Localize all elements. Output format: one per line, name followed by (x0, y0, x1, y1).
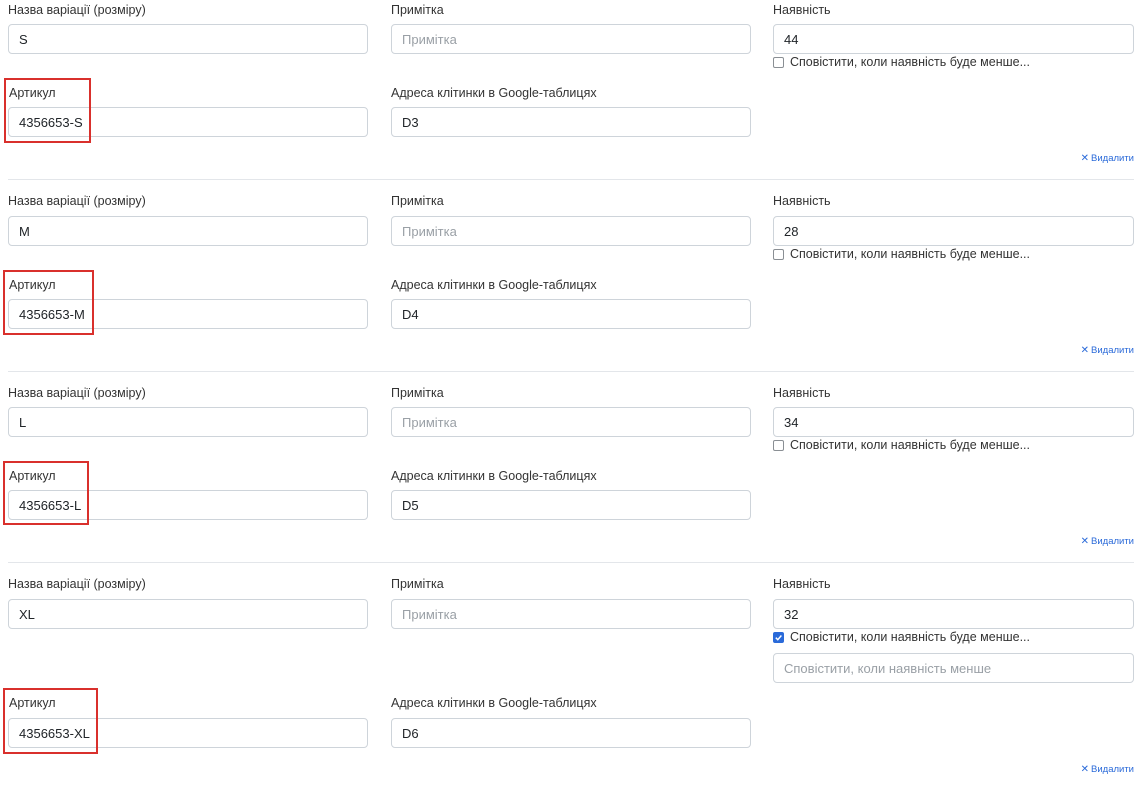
cell-address-input[interactable] (391, 490, 751, 520)
close-icon: ✕ (1080, 344, 1090, 356)
remove-label: Видалити (1091, 764, 1134, 775)
notify-checkbox-label: Сповістити, коли наявність буде менше... (790, 247, 1031, 261)
variation-block: Назва варіації (розміру) Примітка Наявні… (0, 574, 1144, 785)
note-input[interactable] (391, 24, 751, 54)
close-icon: ✕ (1080, 152, 1090, 164)
availability-label: Наявність (773, 386, 831, 400)
notify-checkbox[interactable] (773, 439, 784, 451)
divider (8, 562, 1134, 563)
notify-checkbox-label: Сповістити, коли наявність буде менше... (790, 438, 1031, 452)
cell-address-label: Адреса клітинки в Google-таблицях (391, 278, 597, 292)
remove-variation-link[interactable]: ✕ Видалити (1081, 764, 1134, 775)
close-icon: ✕ (1080, 535, 1090, 547)
variation-name-input[interactable] (8, 599, 368, 629)
notify-checkbox-row: Сповістити, коли наявність буде менше... (773, 54, 1030, 70)
variation-block: Назва варіації (розміру) Примітка Наявні… (0, 191, 1144, 377)
remove-variation-link[interactable]: ✕ Видалити (1081, 536, 1134, 547)
note-label: Примітка (391, 386, 444, 400)
variation-name-label: Назва варіації (розміру) (8, 194, 146, 208)
variation-name-input[interactable] (8, 216, 368, 246)
divider (8, 179, 1134, 180)
sku-label: Артикул (9, 278, 56, 292)
remove-variation-link[interactable]: ✕ Видалити (1081, 345, 1134, 356)
sku-input[interactable] (8, 107, 368, 137)
sku-input[interactable] (8, 490, 368, 520)
cell-address-input[interactable] (391, 718, 751, 748)
variation-block: Назва варіації (розміру) Примітка Наявні… (0, 0, 1144, 186)
sku-label: Артикул (9, 86, 56, 100)
sku-label: Артикул (9, 469, 56, 483)
variation-name-label: Назва варіації (розміру) (8, 3, 146, 17)
notify-checkbox[interactable] (773, 631, 784, 643)
availability-label: Наявність (773, 577, 831, 591)
remove-variation-link[interactable]: ✕ Видалити (1081, 153, 1134, 164)
availability-input[interactable] (773, 216, 1134, 246)
availability-label: Наявність (773, 3, 831, 17)
note-label: Примітка (391, 3, 444, 17)
notify-checkbox-row: Сповістити, коли наявність буде менше... (773, 629, 1030, 645)
notify-checkbox-row: Сповістити, коли наявність буде менше... (773, 246, 1030, 262)
notify-threshold-input[interactable] (773, 653, 1134, 683)
divider (8, 371, 1134, 372)
cell-address-input[interactable] (391, 107, 751, 137)
note-label: Примітка (391, 194, 444, 208)
availability-input[interactable] (773, 24, 1134, 54)
note-label: Примітка (391, 577, 444, 591)
remove-label: Видалити (1091, 153, 1134, 164)
variation-name-label: Назва варіації (розміру) (8, 386, 146, 400)
cell-address-label: Адреса клітинки в Google-таблицях (391, 469, 597, 483)
sku-label: Артикул (9, 696, 56, 710)
notify-checkbox-label: Сповістити, коли наявність буде менше... (790, 630, 1031, 644)
variation-block: Назва варіації (розміру) Примітка Наявні… (0, 383, 1144, 569)
cell-address-label: Адреса клітинки в Google-таблицях (391, 86, 597, 100)
availability-input[interactable] (773, 407, 1134, 437)
notify-checkbox-row: Сповістити, коли наявність буде менше... (773, 437, 1030, 453)
sku-input[interactable] (8, 299, 368, 329)
close-icon: ✕ (1080, 763, 1090, 775)
variation-name-input[interactable] (8, 407, 368, 437)
availability-label: Наявність (773, 194, 831, 208)
availability-input[interactable] (773, 599, 1134, 629)
sku-input[interactable] (8, 718, 368, 748)
note-input[interactable] (391, 216, 751, 246)
note-input[interactable] (391, 599, 751, 629)
notify-checkbox[interactable] (773, 56, 784, 68)
remove-label: Видалити (1091, 536, 1134, 547)
variation-name-label: Назва варіації (розміру) (8, 577, 146, 591)
variation-name-input[interactable] (8, 24, 368, 54)
notify-checkbox-label: Сповістити, коли наявність буде менше... (790, 55, 1031, 69)
remove-label: Видалити (1091, 345, 1134, 356)
cell-address-input[interactable] (391, 299, 751, 329)
cell-address-label: Адреса клітинки в Google-таблицях (391, 696, 597, 710)
note-input[interactable] (391, 407, 751, 437)
notify-checkbox[interactable] (773, 248, 784, 260)
